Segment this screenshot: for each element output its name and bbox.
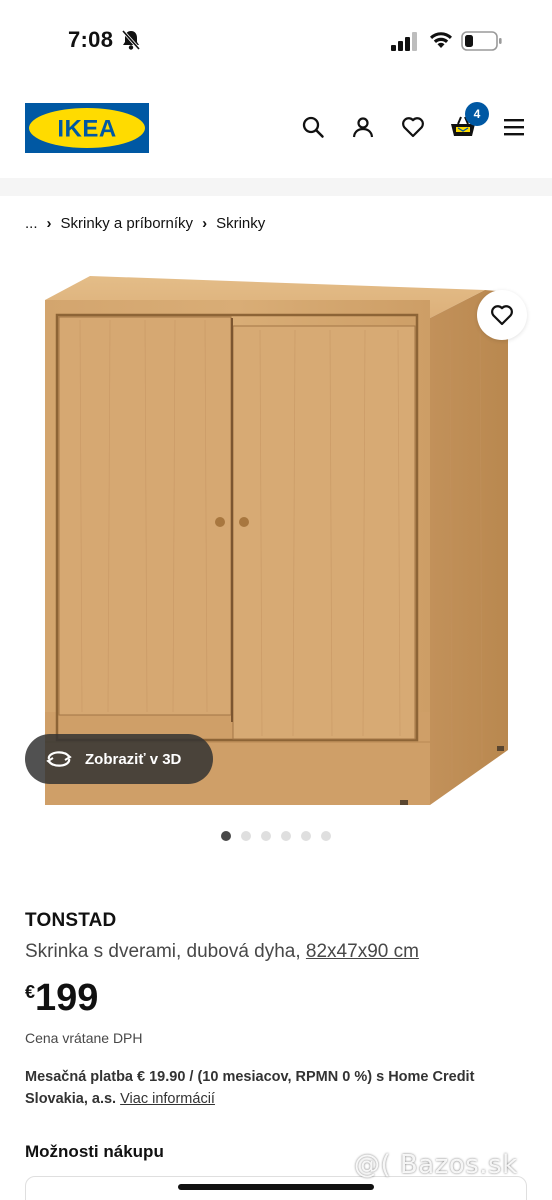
gallery-dot[interactable]: [321, 831, 331, 841]
product-image[interactable]: [0, 255, 552, 815]
heart-icon: [491, 305, 513, 326]
product-price: € 199: [25, 976, 98, 1020]
product-description: Skrinka s dverami, dubová dyha, 82x47x90…: [25, 941, 419, 963]
battery-low-icon: [461, 31, 502, 51]
breadcrumb-item-cabinets-sideboards[interactable]: Skrinky a príborníky: [61, 215, 194, 232]
gallery-dot[interactable]: [261, 831, 271, 841]
more-info-link[interactable]: Viac informácií: [120, 1091, 215, 1107]
signal-icon: [391, 32, 417, 51]
ikea-logo[interactable]: IKEA: [25, 103, 149, 153]
chevron-right-icon: ›: [202, 214, 208, 232]
price-currency: €: [25, 982, 36, 1002]
search-icon[interactable]: [300, 114, 326, 140]
price-value: 199: [35, 977, 99, 1019]
gallery-dot[interactable]: [241, 831, 251, 841]
product-dimensions-link[interactable]: 82x47x90 cm: [306, 941, 419, 962]
gallery-dot[interactable]: [281, 831, 291, 841]
status-time: 7:08: [68, 27, 114, 52]
product-name: TONSTAD: [25, 910, 117, 931]
site-header: IKEA 4: [0, 80, 552, 178]
menu-icon[interactable]: [501, 114, 527, 140]
watermark: @( Bazos.sk: [354, 1150, 518, 1180]
breadcrumb: ... › Skrinky a príborníky › Skrinky: [25, 212, 265, 234]
view-in-3d-label: Zobraziť v 3D: [85, 750, 182, 768]
rotate-3d-icon: [46, 751, 72, 767]
heart-icon[interactable]: [400, 114, 426, 140]
add-to-favorites-button[interactable]: [477, 290, 527, 340]
breadcrumb-ellipsis[interactable]: ...: [25, 215, 38, 232]
chevron-right-icon: ›: [46, 214, 52, 232]
purchase-options-title: Možnosti nákupu: [25, 1142, 164, 1161]
view-in-3d-button[interactable]: Zobraziť v 3D: [25, 734, 213, 784]
gallery-dot[interactable]: [301, 831, 311, 841]
monthly-payment-info: Mesačná platba € 19.90 / (10 mesiacov, R…: [25, 1066, 525, 1110]
wifi-icon: [430, 32, 452, 48]
breadcrumb-item-cabinets[interactable]: Skrinky: [216, 215, 265, 232]
status-bar: 7:08: [0, 0, 552, 80]
product-description-text: Skrinka s dverami, dubová dyha,: [25, 941, 301, 962]
header-divider: [0, 178, 552, 196]
bell-slash-icon: [121, 29, 141, 51]
logo-text: IKEA: [57, 116, 116, 143]
user-icon[interactable]: [350, 114, 376, 140]
gallery-dot[interactable]: [221, 831, 231, 841]
home-indicator: [178, 1184, 374, 1190]
gallery-pagination: [221, 831, 341, 841]
monthly-payment-text: Mesačná platba € 19.90 / (10 mesiacov, R…: [25, 1069, 475, 1107]
basket-count-badge: 4: [465, 102, 489, 126]
vat-note: Cena vrátane DPH: [25, 1030, 143, 1046]
